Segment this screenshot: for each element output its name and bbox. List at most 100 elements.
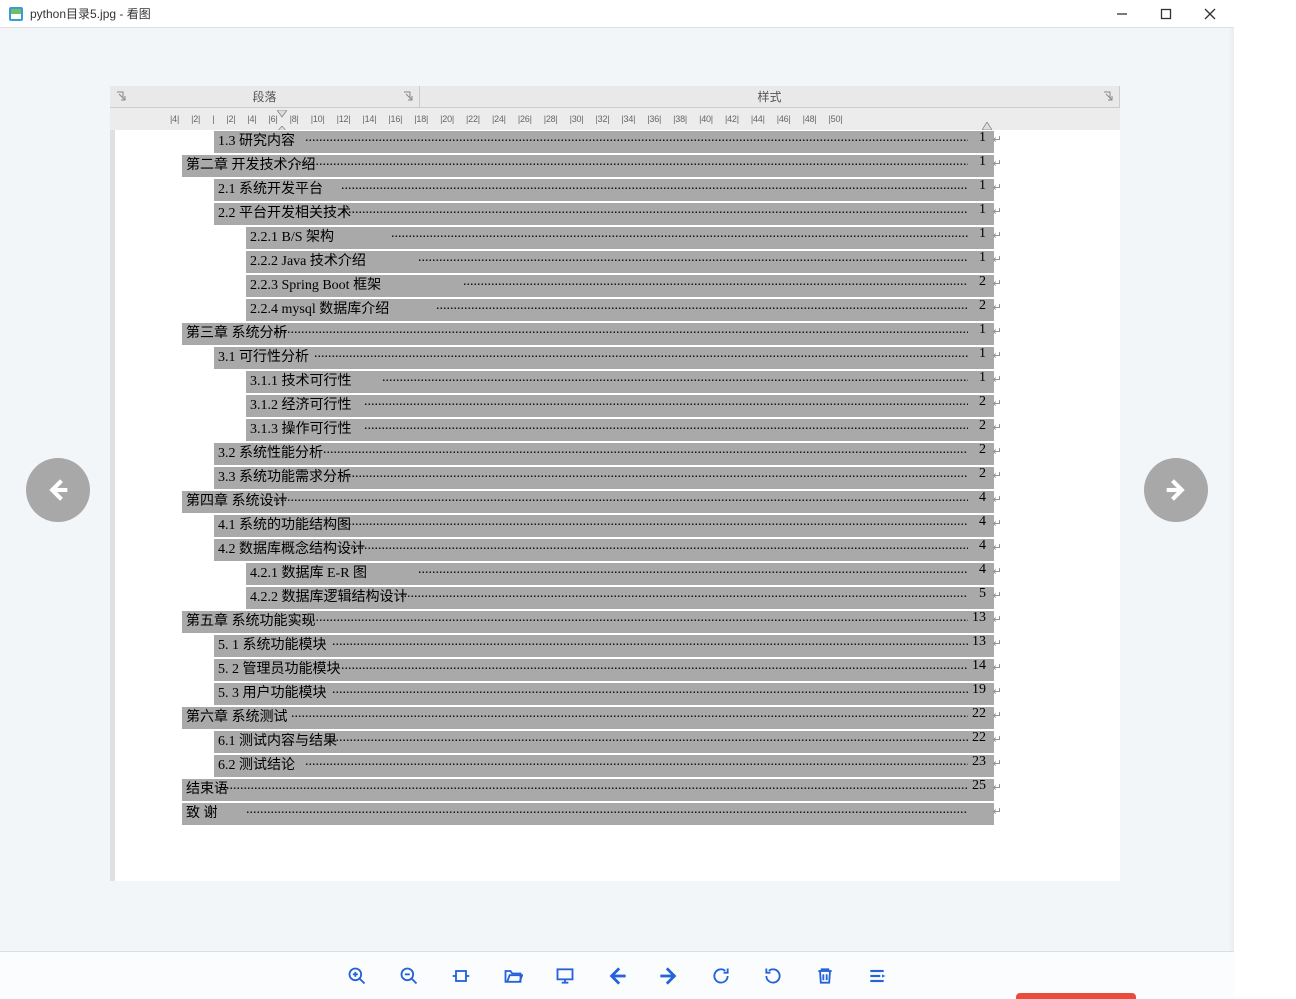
return-mark-icon: ↵ <box>993 805 1002 818</box>
return-mark-icon: ↵ <box>993 733 1002 746</box>
toc-entry-page: 1 <box>979 130 986 146</box>
ribbon-label: 段落 <box>252 88 276 105</box>
dialog-launcher-icon <box>1101 89 1115 103</box>
actual-size-button[interactable] <box>446 961 476 991</box>
toc-entry: 2.2.3 Spring Boot 框架....................… <box>182 274 996 298</box>
return-mark-icon: ↵ <box>993 589 1002 602</box>
app-icon <box>8 6 24 22</box>
open-folder-button[interactable] <box>498 961 528 991</box>
return-mark-icon: ↵ <box>993 157 1002 170</box>
return-mark-icon: ↵ <box>993 781 1002 794</box>
toc-leader-dots: ........................................… <box>250 370 968 394</box>
document-page: 1.3 研究内容................................… <box>182 130 996 826</box>
toc-entry: 2.2 平台开发相关技术............................… <box>182 202 996 226</box>
ruler-tick: |50| <box>829 114 843 124</box>
ruler-tick: |38| <box>673 114 687 124</box>
rotate-counterclockwise-button[interactable] <box>758 961 788 991</box>
ruler-tick: |4| <box>247 114 256 124</box>
return-mark-icon: ↵ <box>993 757 1002 770</box>
return-mark-icon: ↵ <box>993 421 1002 434</box>
return-mark-icon: ↵ <box>993 133 1002 146</box>
toc-entry-page: 1 <box>979 346 986 362</box>
dialog-launcher-icon <box>401 89 415 103</box>
word-horizontal-ruler: |4||2|||2||4||6||8||10||12||14||16||18||… <box>110 108 1120 130</box>
toc-leader-dots: ........................................… <box>218 178 968 202</box>
maximize-button[interactable] <box>1144 0 1188 28</box>
toc-entry: 3.3 系统功能需求分析............................… <box>182 466 996 490</box>
toc-entry: 2.1 系统开发平台..............................… <box>182 178 996 202</box>
toc-entry: 第二章 开发技术介绍..............................… <box>182 154 996 178</box>
delete-button[interactable] <box>810 961 840 991</box>
toc-leader-dots: ........................................… <box>218 730 968 754</box>
toc-entry-page: 4 <box>979 514 986 530</box>
toc-leader-dots: ........................................… <box>186 610 968 634</box>
toc-entry-page: 1 <box>979 154 986 170</box>
toc-entry: 第三章 系统分析................................… <box>182 322 996 346</box>
return-mark-icon: ↵ <box>993 565 1002 578</box>
toc-entry-page: 4 <box>979 490 986 506</box>
previous-image-button[interactable] <box>26 458 90 522</box>
next-button[interactable] <box>654 961 684 991</box>
toc-entry-page: 13 <box>972 610 986 626</box>
zoom-out-button[interactable] <box>394 961 424 991</box>
ruler-tick: |18| <box>414 114 428 124</box>
minimize-button[interactable] <box>1100 0 1144 28</box>
toc-entry: 致 谢.....................................… <box>182 802 996 826</box>
toc-leader-dots: ........................................… <box>218 346 968 370</box>
toc-leader-dots: ........................................… <box>250 250 968 274</box>
ruler-tick: |2| <box>226 114 235 124</box>
toc-entry: 3.2 系统性能分析..............................… <box>182 442 996 466</box>
toc-leader-dots: ........................................… <box>218 658 968 682</box>
slideshow-button[interactable] <box>550 961 580 991</box>
toc-entry: 4.2 数据库概念结构设计...........................… <box>182 538 996 562</box>
toc-entry: 第五章 系统功能实现..............................… <box>182 610 996 634</box>
return-mark-icon: ↵ <box>993 637 1002 650</box>
image-viewport[interactable]: 段落 样式 <box>110 86 1120 881</box>
toc-entry-page: 2 <box>979 298 986 314</box>
rotate-clockwise-button[interactable] <box>706 961 736 991</box>
toc-entry-page: 2 <box>979 394 986 410</box>
toc-entry: 6.2 测试结论................................… <box>182 754 996 778</box>
toc-entry-page: 13 <box>972 634 986 650</box>
toc-entry: 5. 2 管理员功能模块............................… <box>182 658 996 682</box>
ruler-tick: |36| <box>647 114 661 124</box>
title-bar: python目录5.jpg - 看图 <box>0 0 1234 28</box>
ruler-tick: |44| <box>751 114 765 124</box>
toc-leader-dots: ........................................… <box>250 586 968 610</box>
toc-entry-page: 22 <box>972 706 986 722</box>
toc-entry-page: 25 <box>972 778 986 794</box>
toc-leader-dots: ........................................… <box>218 130 968 154</box>
toc-entry: 3.1 可行性分析...............................… <box>182 346 996 370</box>
ruler-tick: |40| <box>699 114 713 124</box>
next-image-button[interactable] <box>1144 458 1208 522</box>
ruler-tick: |32| <box>596 114 610 124</box>
toc-entry: 4.1 系统的功能结构图............................… <box>182 514 996 538</box>
ruler-tick: |6| <box>269 114 278 124</box>
more-menu-button[interactable] <box>862 961 892 991</box>
toc-entry-page: 2 <box>979 418 986 434</box>
toc-leader-dots: ........................................… <box>250 562 968 586</box>
ruler-tick: |20| <box>440 114 454 124</box>
return-mark-icon: ↵ <box>993 253 1002 266</box>
toc-entry: 4.2.2 数据库逻辑结构设计.........................… <box>182 586 996 610</box>
ribbon-group-style: 样式 <box>420 86 1120 107</box>
ribbon-label: 样式 <box>757 88 781 105</box>
return-mark-icon: ↵ <box>993 613 1002 626</box>
toc-entry: 6.1 测试内容与结果.............................… <box>182 730 996 754</box>
toc-entry-page: 23 <box>972 754 986 770</box>
previous-button[interactable] <box>602 961 632 991</box>
zoom-in-button[interactable] <box>342 961 372 991</box>
ruler-tick: |16| <box>388 114 402 124</box>
toc-entry: 结束语.....................................… <box>182 778 996 802</box>
toc-entry: 5. 1 系统功能模块.............................… <box>182 634 996 658</box>
toc-entry-page: 2 <box>979 274 986 290</box>
toc-leader-dots: ........................................… <box>218 634 968 658</box>
toc-leader-dots: ........................................… <box>218 442 968 466</box>
return-mark-icon: ↵ <box>993 469 1002 482</box>
toc-leader-dots: ........................................… <box>186 490 968 514</box>
toc-leader-dots: ........................................… <box>186 706 968 730</box>
toc-leader-dots: ........................................… <box>218 538 968 562</box>
return-mark-icon: ↵ <box>993 517 1002 530</box>
close-button[interactable] <box>1188 0 1232 28</box>
toc-leader-dots: ........................................… <box>186 154 968 178</box>
